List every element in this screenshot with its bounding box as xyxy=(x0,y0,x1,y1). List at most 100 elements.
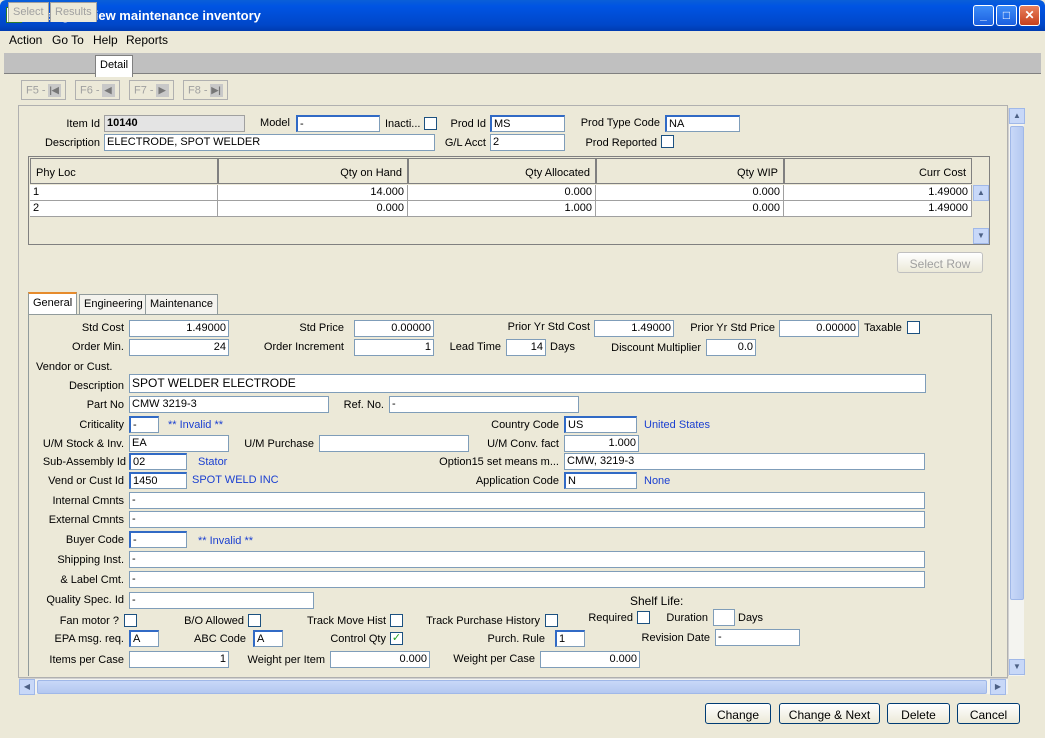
duration-days-label: Days xyxy=(738,612,764,624)
taxable-checkbox[interactable] xyxy=(907,321,920,334)
model-field[interactable]: - xyxy=(296,115,380,132)
first-record-button[interactable]: F5 - |◀ xyxy=(21,80,66,100)
control-qty-checkbox[interactable]: ✓ xyxy=(390,632,403,645)
label-cmt-field[interactable]: - xyxy=(129,571,925,588)
tab-maintenance[interactable]: Maintenance xyxy=(145,294,218,314)
select-row-button[interactable]: Select Row xyxy=(897,252,983,273)
change-button[interactable]: Change xyxy=(705,703,771,724)
vertical-scrollbar[interactable]: ▲ ▼ xyxy=(1008,108,1025,676)
track-move-checkbox[interactable] xyxy=(390,614,403,627)
scroll-up-icon[interactable]: ▲ xyxy=(1009,108,1025,124)
prior-cost-field[interactable]: 1.49000 xyxy=(594,320,674,337)
option15-field[interactable]: CMW, 3219-3 xyxy=(564,453,925,470)
maximize-icon[interactable]: □ xyxy=(996,5,1017,26)
duration-label: Duration xyxy=(666,612,708,624)
application-field[interactable]: N xyxy=(564,472,637,489)
col-qty-wip[interactable]: Qty WIP xyxy=(596,158,784,184)
purch-rule-field[interactable]: 1 xyxy=(555,630,585,647)
bo-allowed-label: B/O Allowed xyxy=(184,615,244,627)
weight-per-item-field[interactable]: 0.000 xyxy=(330,651,430,668)
fan-motor-checkbox[interactable] xyxy=(124,614,137,627)
prior-cost-label: Prior Yr Std Cost xyxy=(507,321,590,333)
um-conv-field[interactable]: 1.000 xyxy=(564,435,639,452)
vend-cust-field[interactable]: 1450 xyxy=(129,472,187,489)
track-purchase-label: Track Purchase History xyxy=(426,615,540,627)
std-cost-field[interactable]: 1.49000 xyxy=(129,320,229,337)
bo-allowed-checkbox[interactable] xyxy=(248,614,261,627)
cancel-button[interactable]: Cancel xyxy=(957,703,1020,724)
shipping-inst-field[interactable]: - xyxy=(129,551,925,568)
part-no-field[interactable]: CMW 3219-3 xyxy=(129,396,329,413)
internal-cmnts-field[interactable]: - xyxy=(129,492,925,509)
required-label: Required xyxy=(588,612,633,624)
top-tab-strip xyxy=(4,53,1041,74)
prod-type-field[interactable]: NA xyxy=(665,115,740,132)
close-icon[interactable]: ✕ xyxy=(1019,5,1040,26)
tab-engineering[interactable]: Engineering xyxy=(79,294,148,314)
scroll-right-icon[interactable]: ▶ xyxy=(990,679,1006,695)
horizontal-scroll-thumb[interactable] xyxy=(37,680,987,694)
ref-no-field[interactable]: - xyxy=(389,396,579,413)
menu-help[interactable]: Help xyxy=(93,33,118,47)
lead-time-label: Lead Time xyxy=(449,341,501,353)
scroll-down-icon[interactable]: ▼ xyxy=(1009,659,1025,675)
menu-reports[interactable]: Reports xyxy=(126,33,168,47)
order-min-field[interactable]: 24 xyxy=(129,339,229,356)
buyer-code-field[interactable]: - xyxy=(129,531,187,548)
external-cmnts-field[interactable]: - xyxy=(129,511,925,528)
prod-reported-checkbox[interactable] xyxy=(661,135,674,148)
prod-id-field[interactable]: MS xyxy=(490,115,565,132)
lead-time-field[interactable]: 14 xyxy=(506,339,546,356)
criticality-field[interactable]: - xyxy=(129,416,159,433)
cell-qty-allocated: 0.000 xyxy=(408,185,596,201)
vendor-desc-label: Description xyxy=(68,380,124,392)
epa-field[interactable]: A xyxy=(129,630,159,647)
minimize-icon[interactable]: _ xyxy=(973,5,994,26)
ref-no-label: Ref. No. xyxy=(343,399,384,411)
quality-spec-field[interactable]: - xyxy=(129,592,314,609)
gl-acct-field[interactable]: 2 xyxy=(490,134,565,151)
col-qty-allocated[interactable]: Qty Allocated xyxy=(408,158,596,184)
change-next-button[interactable]: Change & Next xyxy=(779,703,880,724)
items-per-case-field[interactable]: 1 xyxy=(129,651,229,668)
vendor-desc-field[interactable]: SPOT WELDER ELECTRODE xyxy=(129,374,926,393)
menu-action[interactable]: Action xyxy=(9,33,42,47)
tab-general[interactable]: General xyxy=(28,292,78,315)
um-stock-field[interactable]: EA xyxy=(129,435,229,452)
track-purchase-checkbox[interactable] xyxy=(545,614,558,627)
col-phy-loc[interactable]: Phy Loc xyxy=(30,158,218,184)
grid-scroll-up-icon[interactable]: ▲ xyxy=(973,185,989,201)
prev-record-button[interactable]: F6 - ◀ xyxy=(75,80,120,100)
cell-phy-loc: 1 xyxy=(30,185,218,201)
menu-goto[interactable]: Go To xyxy=(52,33,84,47)
prior-price-field[interactable]: 0.00000 xyxy=(779,320,859,337)
tab-results[interactable]: Results xyxy=(50,2,97,22)
tab-detail[interactable]: Detail xyxy=(95,55,134,77)
col-curr-cost[interactable]: Curr Cost xyxy=(784,158,972,184)
revision-date-field[interactable]: - xyxy=(715,629,800,646)
horizontal-scrollbar[interactable]: ◀ ▶ xyxy=(19,678,1008,695)
label-cmt-label: & Label Cmt. xyxy=(60,574,124,586)
description-field[interactable]: ELECTRODE, SPOT WELDER xyxy=(104,134,435,151)
order-inc-field[interactable]: 1 xyxy=(354,339,434,356)
delete-button[interactable]: Delete xyxy=(887,703,950,724)
um-purch-label: U/M Purchase xyxy=(244,438,314,450)
subasm-field[interactable]: 02 xyxy=(129,453,187,470)
required-checkbox[interactable] xyxy=(637,611,650,624)
weight-per-item-label: Weight per Item xyxy=(247,654,325,666)
std-price-field[interactable]: 0.00000 xyxy=(354,320,434,337)
discount-field[interactable]: 0.0 xyxy=(706,339,756,356)
col-qty-on-hand[interactable]: Qty on Hand xyxy=(218,158,408,184)
vertical-scroll-thumb[interactable] xyxy=(1010,126,1024,600)
abc-code-field[interactable]: A xyxy=(253,630,283,647)
tab-select[interactable]: Select xyxy=(8,2,49,22)
duration-field[interactable] xyxy=(713,609,735,626)
last-record-button[interactable]: F8 - ▶| xyxy=(183,80,228,100)
next-record-button[interactable]: F7 - ▶ xyxy=(129,80,174,100)
grid-scroll-down-icon[interactable]: ▼ xyxy=(973,228,989,244)
country-field[interactable]: US xyxy=(564,416,637,433)
weight-per-case-field[interactable]: 0.000 xyxy=(540,651,640,668)
scroll-left-icon[interactable]: ◀ xyxy=(19,679,35,695)
inactive-checkbox[interactable] xyxy=(424,117,437,130)
um-purch-field[interactable] xyxy=(319,435,469,452)
